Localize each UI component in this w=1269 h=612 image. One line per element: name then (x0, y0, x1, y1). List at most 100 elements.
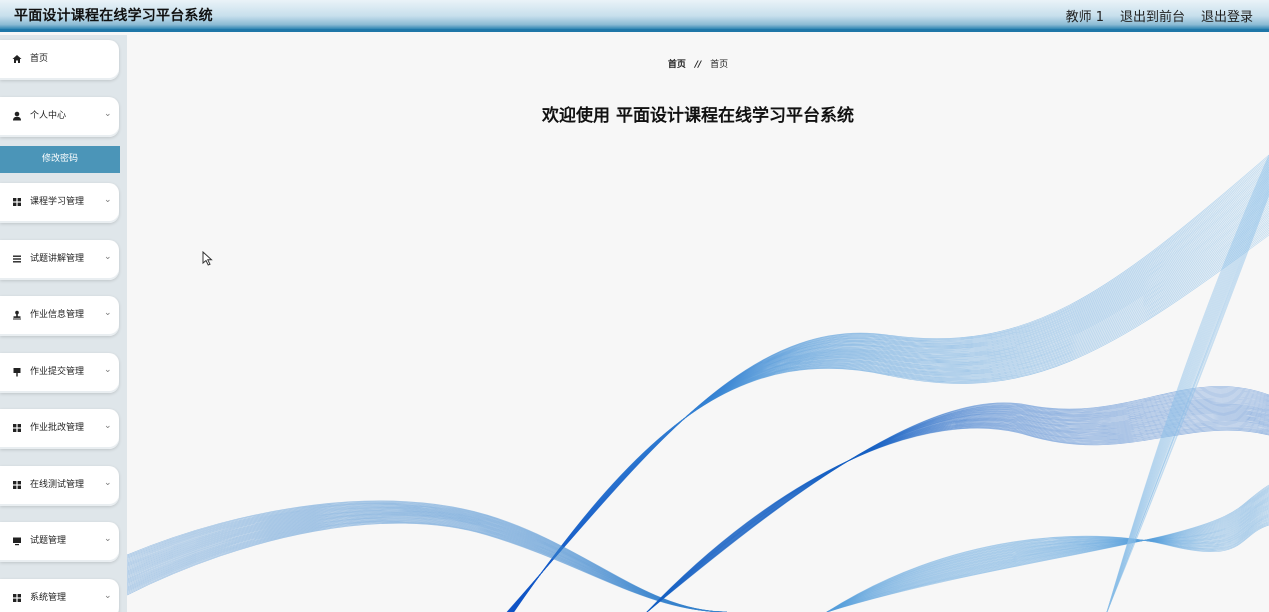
sidebar-item-label: 首页 (30, 54, 49, 64)
wave-line (127, 512, 728, 612)
wave-line (511, 214, 1269, 612)
wave-line (507, 159, 1269, 612)
home-icon (12, 54, 22, 64)
wave-line (508, 171, 1269, 612)
chevron-down-icon: ⌄ (104, 195, 112, 205)
chevron-down-icon: ⌄ (104, 534, 112, 544)
grid-icon (12, 197, 22, 207)
wave-line (507, 168, 1269, 612)
wave-line (646, 405, 1269, 612)
breadcrumb-current: 首页 (710, 60, 729, 70)
chevron-down-icon: ⌄ (104, 365, 112, 375)
wave-line (646, 419, 1269, 612)
sidebar-item-label: 课程学习管理 (30, 197, 85, 207)
chevron-down-icon: ⌄ (104, 109, 112, 119)
wave-line (646, 415, 1269, 612)
wave-line (127, 515, 728, 612)
wave-line (646, 423, 1269, 612)
sidebar-item-label: 作业提交管理 (30, 367, 85, 377)
wave-line (512, 222, 1269, 612)
sidebar-item-label: 作业批改管理 (30, 423, 85, 433)
sidebar-item-label: 试题管理 (30, 536, 67, 546)
sidebar-item-label: 试题讲解管理 (30, 254, 85, 264)
wave-line (508, 173, 1269, 612)
breadcrumb-home[interactable]: 首页 (668, 60, 686, 70)
wave-line (646, 416, 1269, 612)
wave-line (508, 175, 1269, 612)
chevron-down-icon: ⌄ (104, 478, 112, 488)
sidebar-item-course-study[interactable]: 课程学习管理 ⌄ (0, 183, 119, 223)
wave-line (508, 170, 1269, 612)
grid-icon (12, 593, 22, 603)
sidebar-item-home[interactable]: 首页 (0, 40, 119, 80)
wave-line (507, 163, 1269, 612)
mouse-cursor-icon (202, 251, 213, 266)
flag-icon (12, 367, 22, 377)
sidebar-item-system[interactable]: 系统管理 ⌄ (0, 579, 119, 612)
wave-line (511, 207, 1269, 612)
wave-line (127, 521, 728, 612)
main-content: 首页 // 首页 欢迎使用 平面设计课程在线学习平台系统 (127, 35, 1269, 612)
wave-line (646, 425, 1269, 612)
monitor-icon (12, 536, 22, 546)
chevron-down-icon: ⌄ (104, 421, 112, 431)
breadcrumb-separator: // (694, 60, 702, 70)
wave-line (507, 166, 1269, 612)
wave-line (646, 420, 1269, 612)
wave-line (826, 508, 1269, 612)
list-icon (12, 254, 22, 264)
top-bar: 平面设计课程在线学习平台系统 教师 1 退出到前台 退出登录 (0, 0, 1269, 32)
sidebar-item-label: 在线测试管理 (30, 480, 85, 490)
wave-line (127, 516, 728, 612)
sidebar-item-homework-info[interactable]: 作业信息管理 ⌄ (0, 296, 119, 336)
wave-line (646, 417, 1269, 612)
breadcrumb: 首页 // 首页 (127, 57, 1269, 70)
sidebar-item-label: 系统管理 (30, 593, 67, 603)
sidebar-item-label: 个人中心 (30, 111, 67, 121)
wave-line (646, 413, 1269, 612)
wave-line (507, 164, 1269, 612)
wave-line (507, 161, 1269, 612)
wave-line (508, 178, 1269, 612)
sidebar-item-personal-center[interactable]: 个人中心 ⌄ (0, 97, 119, 137)
wave-line (506, 154, 1269, 612)
grid-icon (12, 480, 22, 490)
sidebar-item-question-explain[interactable]: 试题讲解管理 ⌄ (0, 240, 119, 280)
sidebar-item-homework-submit[interactable]: 作业提交管理 ⌄ (0, 353, 119, 393)
wave-line (646, 421, 1269, 612)
wave-line (506, 158, 1269, 612)
wave-line (127, 519, 728, 612)
wave-line (509, 183, 1269, 612)
wave-line (646, 411, 1269, 612)
sidebar-item-online-test[interactable]: 在线测试管理 ⌄ (0, 466, 119, 506)
chevron-down-icon: ⌄ (104, 308, 112, 318)
sidebar-item-homework-grading[interactable]: 作业批改管理 ⌄ (0, 409, 119, 449)
page-title: 欢迎使用 平面设计课程在线学习平台系统 (542, 106, 854, 126)
stamp-icon (12, 310, 22, 320)
wave-line (646, 414, 1269, 612)
wave-line (127, 510, 728, 612)
wave-line (508, 176, 1269, 612)
top-links: 教师 1 退出到前台 退出登录 (1066, 6, 1253, 25)
wave-line (646, 418, 1269, 612)
exit-to-front-link[interactable]: 退出到前台 (1120, 6, 1185, 25)
wave-line (646, 410, 1269, 612)
sidebar-item-question-bank[interactable]: 试题管理 ⌄ (0, 522, 119, 562)
wave-line (646, 427, 1269, 612)
sidebar: 首页 个人中心 ⌄ 修改密码 课程学习管理 ⌄ 试题讲解管理 ⌄ 作业信息管理 … (0, 35, 127, 612)
chevron-down-icon: ⌄ (104, 252, 112, 262)
grid-icon (12, 423, 22, 433)
sidebar-item-label: 作业信息管理 (30, 310, 85, 320)
wave-line (512, 215, 1269, 612)
app-title: 平面设计课程在线学习平台系统 (14, 8, 213, 24)
wave-line (646, 424, 1269, 612)
sidebar-subitem-change-password[interactable]: 修改密码 (0, 146, 120, 173)
logout-link[interactable]: 退出登录 (1201, 6, 1253, 25)
wave-line (646, 427, 1269, 612)
chevron-down-icon: ⌄ (104, 591, 112, 601)
user-name-link[interactable]: 教师 1 (1066, 6, 1104, 25)
user-icon (12, 111, 22, 121)
wave-line (646, 426, 1269, 612)
wave-line (646, 426, 1269, 612)
wave-line (506, 156, 1269, 612)
